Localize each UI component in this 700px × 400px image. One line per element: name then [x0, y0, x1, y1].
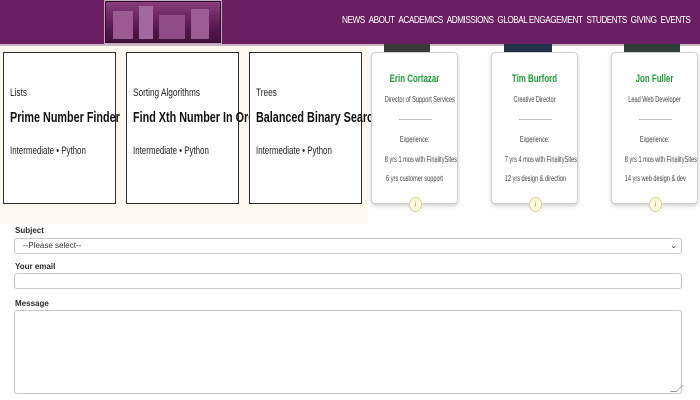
subject-label: Subject — [15, 226, 44, 235]
course-card[interactable]: Trees Balanced Binary Search Tree Interm… — [249, 52, 405, 204]
course-category: Trees — [256, 87, 277, 99]
nav-item-global-engagement[interactable]: GLOBAL ENGAGEMENT — [497, 14, 583, 26]
experience-detail: 6 yrs customer support — [386, 174, 443, 183]
divider — [399, 119, 432, 120]
staff-role: Lead Web Developer — [628, 95, 681, 104]
experience-label: Experience: — [639, 135, 670, 144]
experience-detail: 14 yrs web design & dev — [624, 174, 686, 183]
divider — [519, 119, 552, 120]
nav-item-academics[interactable]: ACADEMICS — [398, 14, 443, 26]
course-meta: Intermediate • Python — [10, 145, 86, 157]
experience-label: Experience: — [519, 135, 550, 144]
top-banner: NEWS ABOUT ACADEMICS ADMISSIONS GLOBAL ENGAG… — [0, 0, 700, 46]
divider — [639, 119, 672, 120]
course-title: Find Xth Number In Order — [133, 109, 266, 126]
chevron-down-icon: ⌄ — [670, 241, 677, 250]
course-meta: Intermediate • Python — [256, 145, 332, 157]
nav-item-giving[interactable]: GIVING — [631, 14, 657, 26]
subject-select[interactable]: --Please select-- ⌄ — [14, 238, 682, 254]
nav-item-events[interactable]: EVENTS — [660, 14, 690, 26]
nav-item-about[interactable]: ABOUT — [369, 14, 395, 26]
nav-item-news[interactable]: NEWS — [342, 14, 365, 26]
course-meta: Intermediate • Python — [133, 145, 209, 157]
message-label: Message — [15, 299, 49, 308]
staff-name: Erin Cortazar — [389, 73, 440, 85]
staff-card[interactable]: Erin Cortazar Director of Support Servic… — [371, 52, 458, 212]
experience-detail: 7 yrs 4 mos with FinalitySites — [504, 155, 577, 164]
nav-item-students[interactable]: STUDENTS — [586, 14, 627, 26]
campus-logo-image[interactable] — [104, 0, 222, 44]
staff-photo — [504, 44, 552, 52]
experience-detail: 8 yrs 1 mos with FinalitySites — [384, 155, 457, 164]
course-category: Sorting Algorithms — [133, 87, 200, 99]
staff-photo — [384, 44, 430, 52]
info-icon[interactable]: i — [409, 197, 422, 212]
main-nav: NEWS ABOUT ACADEMICS ADMISSIONS GLOBAL ENGAG… — [342, 14, 694, 26]
course-card[interactable]: Lists Prime Number Finder Intermediate •… — [3, 52, 120, 204]
staff-role: Director of Support Services — [384, 95, 455, 104]
staff-photo — [624, 44, 680, 52]
message-textarea[interactable] — [14, 310, 684, 394]
course-card[interactable]: Sorting Algorithms Find Xth Number In Or… — [126, 52, 265, 204]
experience-detail: 8 yrs 1 mos with FinalitySites — [624, 155, 697, 164]
info-icon[interactable]: i — [529, 197, 542, 212]
course-category: Lists — [10, 87, 27, 99]
staff-name: Tim Burford — [511, 73, 558, 85]
email-field[interactable] — [14, 273, 682, 289]
experience-detail: 12 yrs design & direction — [504, 174, 567, 183]
staff-name: Jon Fuller — [635, 73, 674, 85]
staff-role: Creative Director — [513, 95, 556, 104]
email-label: Your email — [15, 262, 56, 271]
course-title: Prime Number Finder — [10, 109, 120, 126]
staff-card[interactable]: Tim Burford Creative Director Experience… — [491, 52, 578, 212]
staff-card[interactable]: Jon Fuller Lead Web Developer Experience… — [611, 52, 698, 212]
experience-label: Experience: — [399, 135, 430, 144]
nav-item-admissions[interactable]: ADMISSIONS — [447, 14, 494, 26]
subject-select-value: --Please select-- — [23, 241, 82, 250]
info-icon[interactable]: i — [649, 197, 662, 212]
course-list: Lists Prime Number Finder Intermediate •… — [0, 46, 405, 224]
resize-handle-icon[interactable] — [669, 385, 684, 392]
